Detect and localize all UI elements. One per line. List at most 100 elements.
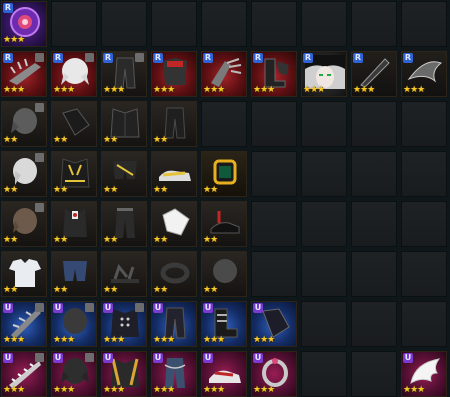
empty-slot[interactable] — [401, 151, 447, 197]
lock-icon — [85, 303, 94, 312]
star-rating: ★★ — [53, 235, 68, 245]
inventory-slot-angel-wing[interactable]: U ★★★ — [401, 351, 447, 397]
inventory-slot-dark-pants[interactable]: ★★ — [151, 101, 197, 147]
star-rating: ★★★ — [203, 385, 225, 395]
inventory-slot-sneakers[interactable]: ★★ — [151, 151, 197, 197]
empty-slot[interactable] — [351, 351, 397, 397]
empty-slot[interactable] — [401, 101, 447, 147]
slacks-icon — [115, 208, 135, 238]
inventory-slot-gray-hair[interactable]: ★★ — [1, 101, 47, 147]
inventory-slot-black-gloves[interactable]: ★★ — [51, 101, 97, 147]
star-rating: ★★ — [3, 235, 18, 245]
inventory-slot-blue-shorts[interactable]: ★★ — [51, 251, 97, 297]
formal-vest-icon — [63, 209, 87, 237]
white-shirt-icon — [9, 259, 41, 287]
star-rating: ★★★ — [103, 385, 125, 395]
empty-slot[interactable] — [401, 251, 447, 297]
inventory-slot-yellow-jacket[interactable]: ★★ — [51, 151, 97, 197]
star-rating: ★★ — [3, 185, 18, 195]
white-gloves-icon — [162, 208, 190, 236]
star-rating: ★★★ — [253, 385, 275, 395]
inventory-slot-character-face[interactable]: R ★★★ — [301, 51, 347, 97]
empty-slot[interactable] — [301, 201, 347, 247]
rarity-badge: R — [353, 53, 363, 63]
empty-slot[interactable] — [201, 101, 247, 147]
inventory-slot-red-sneakers[interactable]: U ★★★ — [201, 351, 247, 397]
empty-slot[interactable] — [201, 1, 247, 47]
empty-slot[interactable] — [351, 301, 397, 347]
inventory-slot-black-jacket[interactable]: ★★ — [101, 101, 147, 147]
inventory-slot-cargo-pants[interactable]: U ★★★ — [151, 301, 197, 347]
empty-slot[interactable] — [301, 151, 347, 197]
empty-slot[interactable] — [301, 1, 347, 47]
empty-slot[interactable] — [351, 251, 397, 297]
inventory-slot-purple-medallion[interactable]: R ★★★ — [1, 1, 47, 47]
inventory-slot-spiked-gauntlet[interactable]: R ★★★ — [1, 51, 47, 97]
star-rating: ★★ — [203, 185, 218, 195]
empty-slot[interactable] — [151, 1, 197, 47]
empty-slot[interactable] — [251, 101, 297, 147]
inventory-slot-buckle-boots[interactable]: U ★★★ — [201, 301, 247, 347]
inventory-slot-spiked-sword[interactable]: U ★★★ — [1, 301, 47, 347]
inventory-slot-black-pants[interactable]: R ★★★ — [101, 51, 147, 97]
inventory-slot-gold-jacket[interactable]: U ★★★ — [101, 351, 147, 397]
inventory-slot-sandals[interactable]: ★★ — [101, 251, 147, 297]
sneakers-icon — [159, 170, 191, 181]
inventory-slot-serrated-blade[interactable]: U ★★★ — [1, 351, 47, 397]
empty-slot[interactable] — [351, 151, 397, 197]
empty-slot[interactable] — [301, 251, 347, 297]
empty-slot[interactable] — [401, 1, 447, 47]
rarity-badge: R — [203, 53, 213, 63]
inventory-slot-white-gloves[interactable]: ★★ — [151, 201, 197, 247]
inventory-slot-formal-vest[interactable]: ★★ — [51, 201, 97, 247]
empty-slot[interactable] — [301, 301, 347, 347]
inventory-slot-short-hair[interactable]: ★★ — [201, 251, 247, 297]
empty-slot[interactable] — [351, 201, 397, 247]
inventory-slot-wristwatch[interactable]: ★★ — [201, 151, 247, 197]
inventory-slot-steel-wing[interactable]: R ★★★ — [401, 51, 447, 97]
empty-slot[interactable] — [351, 101, 397, 147]
inventory-slot-gauntlet[interactable]: U ★★★ — [251, 301, 297, 347]
empty-slot[interactable] — [301, 351, 347, 397]
empty-slot[interactable] — [251, 1, 297, 47]
inventory-slot-metal-claw[interactable]: R ★★★ — [201, 51, 247, 97]
inventory-slot-bracelet[interactable]: ★★ — [151, 251, 197, 297]
empty-slot[interactable] — [301, 101, 347, 147]
empty-slot[interactable] — [251, 151, 297, 197]
inventory-slot-dress-shoes[interactable]: ★★ — [201, 201, 247, 247]
wristwatch-icon — [213, 159, 237, 185]
inventory-slot-dark-blade[interactable]: R ★★★ — [351, 51, 397, 97]
lock-icon — [35, 203, 44, 212]
rarity-badge: U — [103, 303, 113, 313]
inventory-slot-ring[interactable]: U ★★★ — [251, 351, 297, 397]
star-rating: ★★★ — [3, 335, 25, 345]
inventory-slot-dark-hair[interactable]: U ★★★ — [51, 301, 97, 347]
dress-shoes-icon — [210, 211, 240, 234]
star-rating: ★★★ — [153, 385, 175, 395]
star-rating: ★★★ — [153, 85, 175, 95]
empty-slot[interactable] — [251, 251, 297, 297]
empty-slot[interactable] — [401, 201, 447, 247]
rarity-badge: U — [203, 303, 213, 313]
empty-slot[interactable] — [251, 201, 297, 247]
inventory-slot-military-coat[interactable]: U ★★★ — [101, 301, 147, 347]
empty-slot[interactable] — [51, 1, 97, 47]
inventory-slot-black-hair[interactable]: U ★★★ — [51, 351, 97, 397]
empty-slot[interactable] — [101, 1, 147, 47]
rarity-badge: U — [53, 303, 63, 313]
empty-slot[interactable] — [351, 1, 397, 47]
inventory-slot-slacks[interactable]: ★★ — [101, 201, 147, 247]
inventory-slot-red-armor[interactable]: R ★★★ — [151, 51, 197, 97]
star-rating: ★★★ — [253, 335, 275, 345]
empty-slot[interactable] — [401, 301, 447, 347]
star-rating: ★★ — [153, 235, 168, 245]
inventory-slot-black-boots[interactable]: R ★★★ — [251, 51, 297, 97]
blue-shorts-icon — [63, 261, 87, 281]
inventory-slot-white-shirt[interactable]: ★★ — [1, 251, 47, 297]
inventory-slot-brown-hair[interactable]: ★★ — [1, 201, 47, 247]
star-rating: ★★ — [3, 135, 18, 145]
inventory-slot-white-hair[interactable]: R ★★★ — [51, 51, 97, 97]
inventory-slot-chain-jeans[interactable]: U ★★★ — [151, 351, 197, 397]
inventory-slot-shorts[interactable]: ★★ — [101, 151, 147, 197]
inventory-slot-silver-hair[interactable]: ★★ — [1, 151, 47, 197]
